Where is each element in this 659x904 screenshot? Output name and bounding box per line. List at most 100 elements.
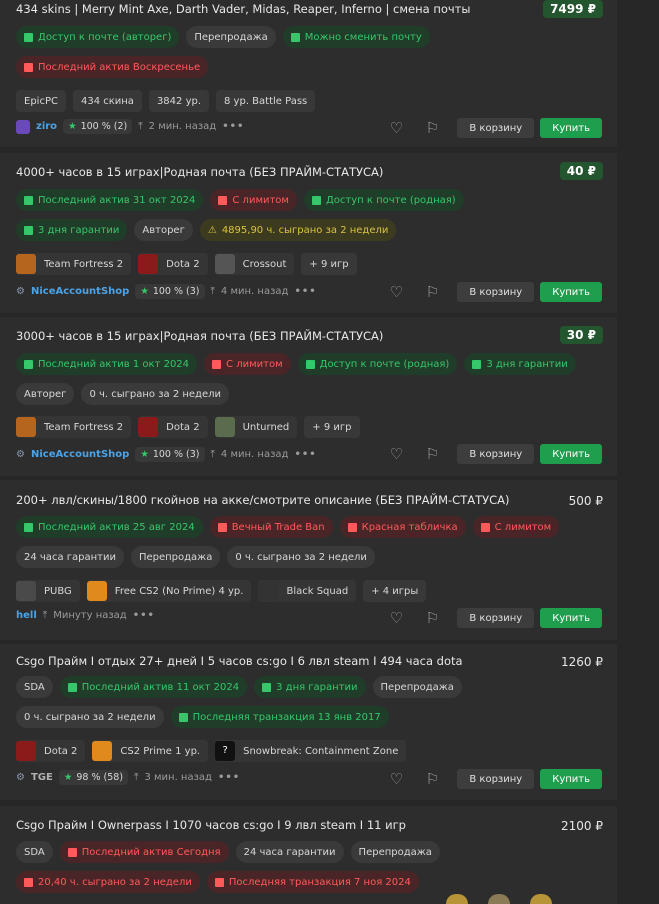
dota-2-icon — [16, 741, 36, 761]
seller-name[interactable]: ziro — [36, 121, 57, 132]
thumbs-down-icon — [217, 522, 227, 532]
badge-text: Доступ к почте (родная) — [325, 194, 456, 206]
badge-text: Красная табличка — [361, 521, 458, 533]
flag-icon[interactable]: ⚐ — [421, 117, 443, 139]
buy-button[interactable]: Купить — [540, 282, 602, 302]
listing-title[interactable]: 434 skins | Merry Mint Axe, Darth Vader,… — [16, 2, 470, 16]
listing-price: 40 ₽ — [559, 162, 603, 180]
seller-name[interactable]: TGE — [31, 772, 53, 783]
add-to-cart-button[interactable]: В корзину — [457, 608, 535, 628]
badge-neutral: 24 часа гарантии — [235, 841, 344, 863]
more-games-tag[interactable]: + 9 игр — [301, 253, 357, 275]
listing-title[interactable]: Csgo Прайм I Ownerpass I 1070 часов cs:g… — [16, 818, 406, 832]
heart-icon[interactable]: ♡ — [385, 117, 407, 139]
more-icon[interactable]: ••• — [294, 449, 316, 460]
add-to-cart-button[interactable]: В корзину — [457, 444, 535, 464]
more-games-tag[interactable]: + 4 игры — [363, 580, 427, 602]
badge-text: Последний актив 1 окт 2024 — [38, 358, 190, 370]
more-icon[interactable]: ••• — [294, 286, 316, 297]
badge-good: Последняя транзакция 13 янв 2017 — [170, 706, 389, 728]
flag-icon[interactable]: ⚐ — [421, 281, 443, 303]
seller-name[interactable]: NiceAccountShop — [31, 286, 129, 297]
badge-good: Можно сменить почту — [282, 26, 430, 48]
badge-text: Последний актив Воскресенье — [38, 61, 201, 73]
buy-button[interactable]: Купить — [540, 769, 602, 789]
badge-row: 24 часа гарантии Перепродажа 0 ч. сыгран… — [16, 546, 375, 568]
heart-icon[interactable]: ♡ — [385, 281, 407, 303]
badge-neutral: Перепродажа — [186, 26, 276, 48]
rating-text: 100 % (3) — [152, 286, 200, 297]
badge-text: Перепродажа — [194, 31, 268, 43]
warning-icon: ⚠ — [207, 224, 217, 236]
thumbs-down-icon — [480, 522, 490, 532]
game-name: Crossout — [242, 258, 287, 270]
thumbs-up-icon — [311, 195, 321, 205]
more-icon[interactable]: ••• — [133, 610, 155, 621]
badge-text: Последний актив Сегодня — [81, 846, 221, 858]
rating-text: 98 % (58) — [76, 772, 124, 783]
game-tag: ? Snowbreak: Containment Zone — [215, 740, 407, 762]
listing-title[interactable]: 200+ лвл/скины/1800 гкойнов на акке/смот… — [16, 493, 510, 507]
badge-row: Последний актив 25 авг 2024 Вечный Trade… — [16, 516, 560, 538]
seller-name[interactable]: hell — [16, 610, 37, 621]
upload-icon: ⤒ — [42, 610, 48, 621]
badge-row: 0 ч. сыграно за 2 недели Последняя транз… — [16, 706, 389, 728]
flag-icon[interactable]: ⚐ — [421, 768, 443, 790]
listing-title[interactable]: 4000+ часов в 15 играх|Родная почта (БЕЗ… — [16, 165, 383, 179]
add-to-cart-button[interactable]: В корзину — [457, 282, 535, 302]
thumbs-up-icon — [472, 359, 482, 369]
buy-button[interactable]: Купить — [540, 608, 602, 628]
flag-icon[interactable]: ⚐ — [421, 607, 443, 629]
buy-button[interactable]: Купить — [540, 444, 602, 464]
more-games-tag[interactable]: + 9 игр — [304, 416, 360, 438]
thumbs-down-icon — [214, 877, 224, 887]
game-name: Dota 2 — [166, 258, 200, 270]
badge-bad: Последний актив Воскресенье — [16, 56, 209, 78]
game-tag: Team Fortress 2 — [16, 416, 132, 438]
tag: 8 ур. Battle Pass — [216, 90, 316, 112]
question-icon: ? — [215, 741, 236, 761]
rating-text: 100 % (2) — [80, 121, 128, 132]
seller-avatar[interactable] — [16, 119, 30, 134]
seller-row: hell ⤒ Минуту назад ••• — [16, 610, 155, 621]
upload-icon: ⤒ — [210, 286, 215, 297]
badge-text: Вечный Trade Ban — [231, 521, 325, 533]
listing-card[interactable]: Csgo Прайм I Ownerpass I 1070 часов cs:g… — [0, 806, 617, 904]
listing-card[interactable]: 200+ лвл/скины/1800 гкойнов на акке/смот… — [0, 480, 617, 640]
game-name: Snowbreak: Containment Zone — [243, 745, 399, 757]
badge-text: 0 ч. сыграно за 2 недели — [235, 551, 367, 563]
listing-card[interactable]: Csgo Прайм I отдых 27+ дней I 5 часов cs… — [0, 644, 617, 800]
seller-name[interactable]: NiceAccountShop — [31, 449, 129, 460]
add-to-cart-button[interactable]: В корзину — [457, 769, 535, 789]
badge-text: 0 ч. сыграно за 2 недели — [24, 711, 156, 723]
badge-text: Последняя транзакция 7 ноя 2024 — [228, 876, 411, 888]
badge-good: Доступ к почте (родная) — [297, 353, 458, 375]
listing-card[interactable]: 434 skins | Merry Mint Axe, Darth Vader,… — [0, 0, 617, 147]
badge-good: Доступ к почте (авторег) — [16, 26, 180, 48]
badge-text: Перепродажа — [358, 846, 432, 858]
listing-title[interactable]: 3000+ часов в 15 играх|Родная почта (БЕЗ… — [16, 329, 383, 343]
buy-button[interactable]: Купить — [540, 118, 602, 138]
listing-actions: ♡ ⚐ В корзину Купить — [385, 607, 602, 629]
more-icon[interactable]: ••• — [222, 121, 244, 132]
heart-icon[interactable]: ♡ — [385, 443, 407, 465]
heart-icon[interactable]: ♡ — [385, 768, 407, 790]
add-to-cart-button[interactable]: В корзину — [457, 118, 535, 138]
badge-text: Можно сменить почту — [304, 31, 422, 43]
badge-text: 0 ч. сыграно за 2 недели — [89, 388, 222, 400]
flag-icon[interactable]: ⚐ — [421, 443, 443, 465]
badge-text: 4895,90 ч. сыграно за 2 недели — [221, 224, 389, 236]
listing-card[interactable]: 4000+ часов в 15 играх|Родная почта (БЕЗ… — [0, 153, 617, 313]
more-icon[interactable]: ••• — [218, 772, 240, 783]
game-name: Dota 2 — [44, 745, 78, 757]
heart-icon[interactable]: ♡ — [385, 607, 407, 629]
game-tag: Dota 2 — [16, 740, 86, 762]
badge-neutral: Перепродажа — [130, 546, 221, 568]
listing-title[interactable]: Csgo Прайм I отдых 27+ дней I 5 часов cs… — [16, 654, 463, 668]
pubg-icon — [16, 581, 36, 601]
badge-neutral: Перепродажа — [350, 841, 440, 863]
badge-bad: С лимитом — [210, 189, 297, 211]
listing-price: 1260 ₽ — [561, 655, 603, 669]
listing-card[interactable]: 3000+ часов в 15 играх|Родная почта (БЕЗ… — [0, 317, 617, 476]
badge-text: Перепродажа — [380, 681, 454, 693]
